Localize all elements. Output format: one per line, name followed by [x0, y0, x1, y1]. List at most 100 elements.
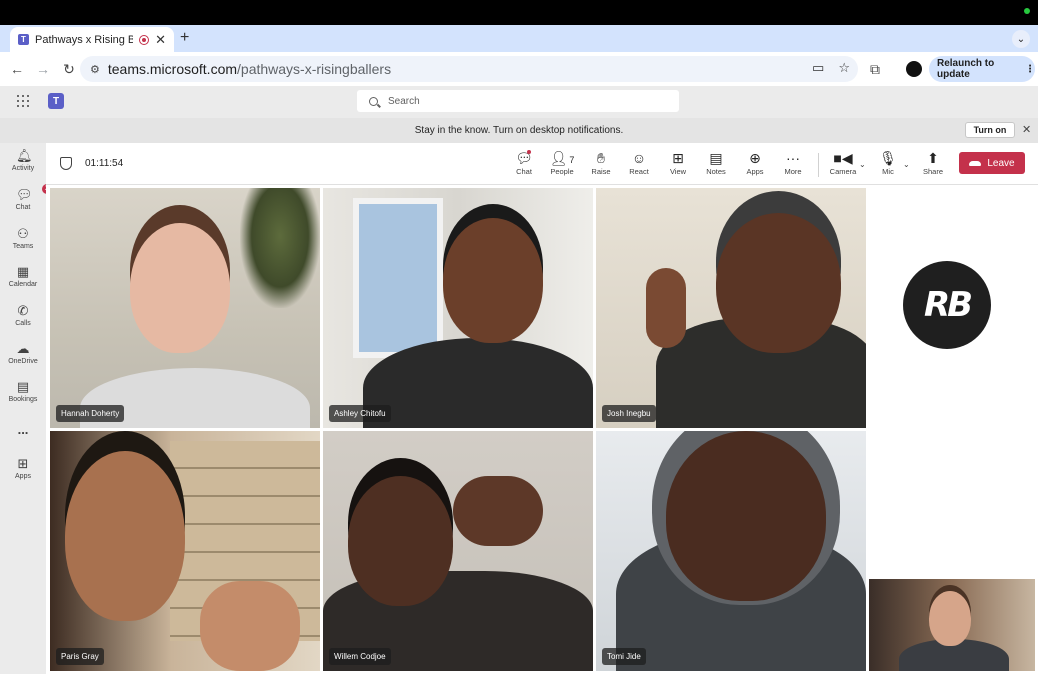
video-tile[interactable]: Ashley Chitofu — [323, 188, 593, 428]
browser-toolbar: ← → ↻ ⚙ teams.microsoft.com/pathways-x-r… — [0, 52, 1038, 86]
more-button[interactable]: ··· More — [776, 150, 810, 176]
mic-options-chevron-icon[interactable]: ⌄ — [903, 160, 910, 169]
video-tile[interactable]: Tomi Jide — [596, 431, 866, 671]
rail-item-more[interactable]: ... — [0, 423, 46, 439]
smile-icon: ☺ — [631, 150, 647, 166]
relaunch-label: Relaunch to update — [937, 58, 995, 80]
view-button[interactable]: ⊞ View — [661, 150, 695, 176]
shield-icon — [60, 157, 72, 170]
rail-item-teams[interactable]: ⚇ Teams — [0, 226, 46, 251]
profile-avatar[interactable] — [906, 61, 922, 77]
people-button[interactable]: 👤︎ 7 People — [545, 150, 579, 176]
relaunch-button[interactable]: Relaunch to update ⋮ — [929, 56, 1035, 82]
rail-item-calls[interactable]: ✆ Calls — [0, 304, 46, 328]
rail-label: OneDrive — [8, 358, 38, 365]
camera-button[interactable]: ■◀︎ Camera — [826, 150, 860, 176]
notes-button[interactable]: ▤ Notes — [699, 150, 733, 176]
close-icon[interactable]: ✕ — [1022, 123, 1031, 136]
self-view-tile[interactable] — [869, 579, 1035, 671]
rail-item-activity[interactable]: 🔔︎ Activity — [0, 148, 46, 173]
meeting-toolbar: 01:11:54 💬︎ Chat 👤︎ 7 People ✋︎ Raise ☺ R… — [46, 143, 1038, 185]
microphone-icon: 🎙︎ — [879, 150, 897, 166]
rail-item-chat[interactable]: 💬︎2 Chat — [0, 184, 52, 211]
meeting-timer: 01:11:54 — [85, 158, 124, 169]
camera-options-chevron-icon[interactable]: ⌄ — [859, 160, 866, 169]
participant-face — [130, 223, 230, 353]
share-screen-icon: ⬆︎ — [927, 150, 939, 166]
teams-logo-icon: T — [48, 93, 64, 109]
rail-item-bookings[interactable]: ▤ Bookings — [0, 380, 46, 404]
rail-item-onedrive[interactable]: ☁︎ OneDrive — [0, 342, 46, 366]
notification-banner: Stay in the know. Turn on desktop notifi… — [0, 118, 1038, 143]
view-label: View — [669, 167, 687, 176]
new-tab-icon[interactable]: + — [180, 29, 189, 47]
browser-tab-strip: T Pathways x Rising Ballers ✕ + ⌄ — [0, 25, 1038, 52]
leave-button[interactable]: Leave — [959, 152, 1025, 174]
notification-text: Stay in the know. Turn on desktop notifi… — [414, 125, 624, 136]
notes-label: Notes — [706, 167, 726, 176]
site-settings-icon[interactable]: ⚙ — [90, 63, 100, 76]
participant-face — [348, 476, 453, 606]
more-icon: ... — [17, 422, 29, 437]
search-placeholder: Search — [388, 95, 420, 107]
participant-face — [443, 218, 543, 343]
more-label: More — [784, 167, 802, 176]
raise-label: Raise — [591, 167, 611, 176]
apps-label: Apps — [746, 167, 764, 176]
mic-label: Mic — [882, 167, 894, 176]
app-rail: 🔔︎ Activity 💬︎2 Chat ⚇ Teams ▦ Calendar … — [0, 143, 52, 674]
bell-icon: 🔔︎ — [16, 148, 33, 163]
toolbar-divider — [818, 153, 819, 177]
participant-face — [65, 451, 185, 621]
hand-icon: ✋︎ — [597, 150, 605, 166]
thumb-shape — [646, 268, 686, 348]
teams-favicon-icon: T — [18, 34, 29, 45]
thumb-shape — [453, 476, 543, 546]
search-icon — [369, 96, 378, 106]
back-arrow-icon[interactable]: ← — [4, 56, 30, 82]
video-tile[interactable]: Willem Codjoe — [323, 431, 593, 671]
react-button[interactable]: ☺ React — [622, 150, 656, 176]
people-label: People — [550, 167, 574, 176]
chat-button[interactable]: 💬︎ Chat — [507, 150, 541, 176]
logo-tile: RB — [869, 188, 1025, 428]
browser-tab[interactable]: T Pathways x Rising Ballers ✕ — [10, 27, 174, 52]
share-button[interactable]: ⬆︎ Share — [916, 150, 950, 176]
people-count: 7 — [569, 155, 575, 165]
turn-on-button[interactable]: Turn on — [965, 122, 1015, 138]
extensions-puzzle-icon[interactable]: ⧉ — [870, 61, 880, 78]
calendar-icon: ▦ — [16, 264, 30, 279]
rail-label: Calendar — [8, 281, 38, 288]
rail-item-calendar[interactable]: ▦ Calendar — [0, 264, 46, 289]
thumb-shape — [200, 581, 300, 671]
ellipsis-icon: ··· — [786, 150, 800, 166]
teams-icon: ⚇ — [17, 226, 29, 241]
app-launcher-icon[interactable] — [17, 95, 29, 107]
rail-item-apps[interactable]: ⊞ Apps — [0, 457, 46, 481]
rail-label: Teams — [12, 243, 34, 250]
url-host: teams.microsoft.com — [107, 61, 238, 77]
bookmark-star-icon[interactable]: ☆ — [838, 60, 850, 76]
participant-face — [666, 431, 826, 601]
forward-arrow-icon[interactable]: → — [30, 56, 56, 82]
video-tile[interactable]: Josh Inegbu — [596, 188, 866, 428]
self-face — [929, 591, 971, 646]
rising-ballers-logo: RB — [903, 261, 991, 349]
apps-button[interactable]: ⊕ Apps — [738, 150, 772, 176]
people-icon: 👤︎ 7 — [549, 150, 575, 166]
chat-icon: 💬︎2 — [16, 184, 52, 202]
video-tile[interactable]: Paris Gray — [50, 431, 320, 671]
raise-hand-button[interactable]: ✋︎ Raise — [584, 150, 618, 176]
video-tile[interactable]: Hannah Doherty — [50, 188, 320, 428]
video-cast-icon[interactable]: ▭ — [812, 60, 824, 76]
participant-face — [716, 213, 841, 353]
participant-name: Tomi Jide — [602, 648, 646, 665]
address-bar[interactable]: ⚙ teams.microsoft.com/pathways-x-risingb… — [80, 56, 858, 82]
rail-label: Activity — [11, 165, 35, 172]
camera-label: Camera — [829, 167, 857, 176]
tab-close-icon[interactable]: ✕ — [155, 32, 166, 48]
tab-search-chevron-icon[interactable]: ⌄ — [1012, 30, 1030, 48]
search-input[interactable]: Search — [357, 90, 679, 112]
reload-icon[interactable]: ↻ — [56, 56, 82, 82]
mic-button[interactable]: 🎙︎ Mic — [871, 150, 905, 176]
